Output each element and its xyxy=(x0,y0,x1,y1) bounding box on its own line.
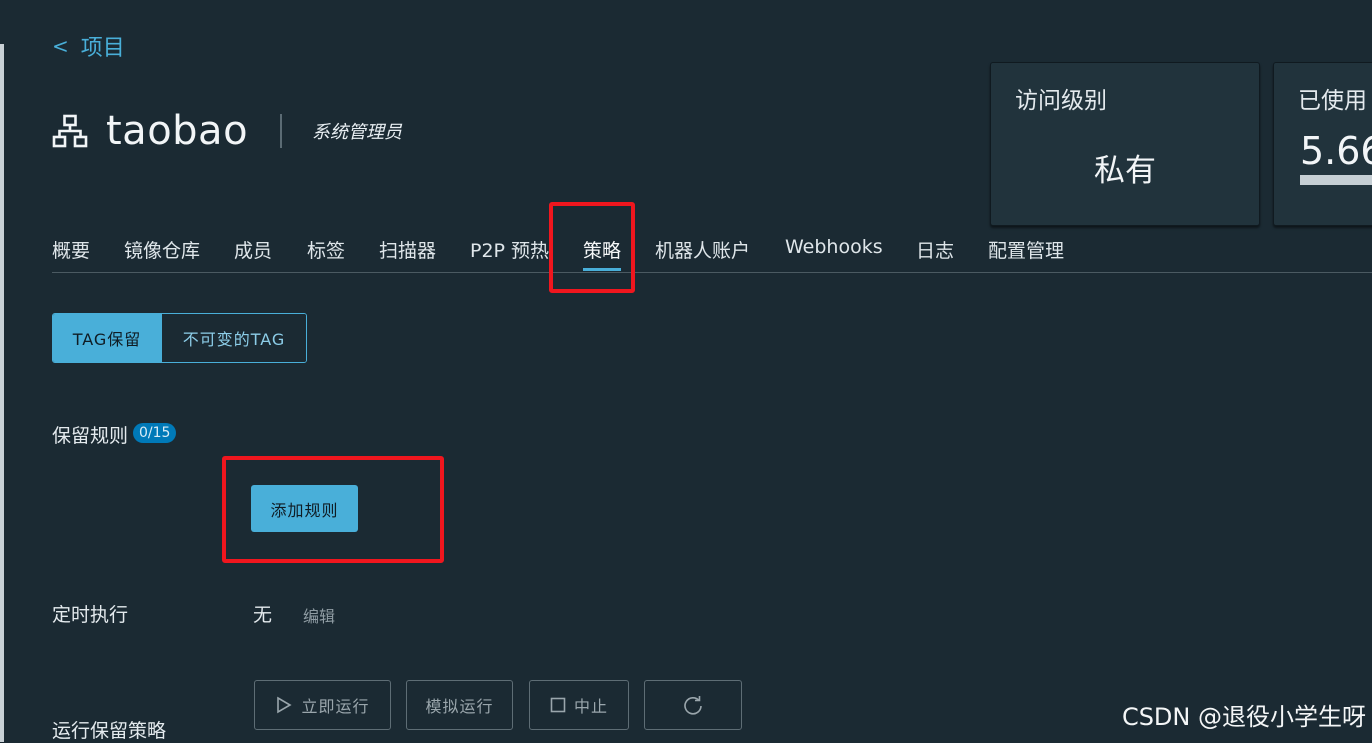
edit-schedule-link[interactable]: 编辑 xyxy=(303,603,335,627)
schedule-label: 定时执行 xyxy=(52,604,129,626)
project-header: taobao 系统管理员 xyxy=(52,108,402,154)
quota-usage-card: 已使用 5.66 xyxy=(1273,62,1372,226)
tab-webhooks[interactable]: Webhooks xyxy=(785,236,883,258)
dry-run-label: 模拟运行 xyxy=(425,697,494,716)
abort-button[interactable]: 中止 xyxy=(529,680,629,730)
project-role: 系统管理员 xyxy=(312,122,403,143)
quota-usage-value: 5.66 xyxy=(1300,129,1372,173)
tab-policy-label: 策略 xyxy=(583,240,622,262)
header-divider xyxy=(280,114,283,148)
dry-run-button[interactable]: 模拟运行 xyxy=(406,680,513,730)
run-now-button[interactable]: 立即运行 xyxy=(254,680,391,730)
stop-icon xyxy=(550,697,566,713)
abort-label: 中止 xyxy=(573,697,608,716)
tab-labels[interactable]: 标签 xyxy=(307,236,345,263)
schedule-value: 无 xyxy=(253,604,273,626)
immutable-tag-button[interactable]: 不可变的TAG xyxy=(161,314,306,362)
access-level-title: 访问级别 xyxy=(1015,88,1107,114)
play-icon xyxy=(277,696,293,714)
tab-robot-accounts[interactable]: 机器人账户 xyxy=(655,236,750,263)
csdn-watermark: CSDN @退役小学生呀 xyxy=(1121,703,1366,731)
access-level-value: 私有 xyxy=(1094,153,1156,189)
tag-retention-button[interactable]: TAG保留 xyxy=(53,314,161,362)
back-link-label: 项目 xyxy=(80,36,125,61)
tab-configuration[interactable]: 配置管理 xyxy=(988,236,1064,263)
tab-logs[interactable]: 日志 xyxy=(916,236,954,263)
add-rule-button[interactable]: 添加规则 xyxy=(251,485,358,532)
tab-p2p-preheat[interactable]: P2P 预热 xyxy=(470,236,549,263)
tab-members[interactable]: 成员 xyxy=(234,236,272,263)
run-retention-label: 运行保留策略 xyxy=(52,720,167,742)
retention-rules-label: 保留规则 xyxy=(52,425,129,447)
tab-summary[interactable]: 概要 xyxy=(52,236,90,263)
quota-usage-bar xyxy=(1300,175,1372,185)
refresh-button[interactable] xyxy=(644,680,742,730)
window-left-edge xyxy=(0,44,4,742)
refresh-icon xyxy=(684,696,702,715)
active-tab-indicator xyxy=(583,268,622,271)
project-tabs: 概要 镜像仓库 成员 标签 扫描器 P2P 预热 策略 机器人账户 Webhoo… xyxy=(52,226,1372,273)
quota-usage-title: 已使用 xyxy=(1298,88,1367,114)
tab-scanner[interactable]: 扫描器 xyxy=(379,236,436,263)
tab-policy[interactable]: 策略 xyxy=(583,236,622,271)
policy-type-toggle: TAG保留 不可变的TAG xyxy=(52,313,307,363)
back-to-projects-link[interactable]: < 项目 xyxy=(52,30,125,62)
run-now-label: 立即运行 xyxy=(301,697,370,716)
tab-repositories[interactable]: 镜像仓库 xyxy=(124,236,200,263)
chevron-left-icon: < xyxy=(52,34,69,58)
organization-icon xyxy=(52,114,88,148)
access-level-card: 访问级别 私有 xyxy=(990,62,1260,226)
quota-usage-fill xyxy=(1300,175,1372,185)
project-name: taobao xyxy=(106,108,249,154)
rules-count-badge: 0/15 xyxy=(133,423,177,443)
